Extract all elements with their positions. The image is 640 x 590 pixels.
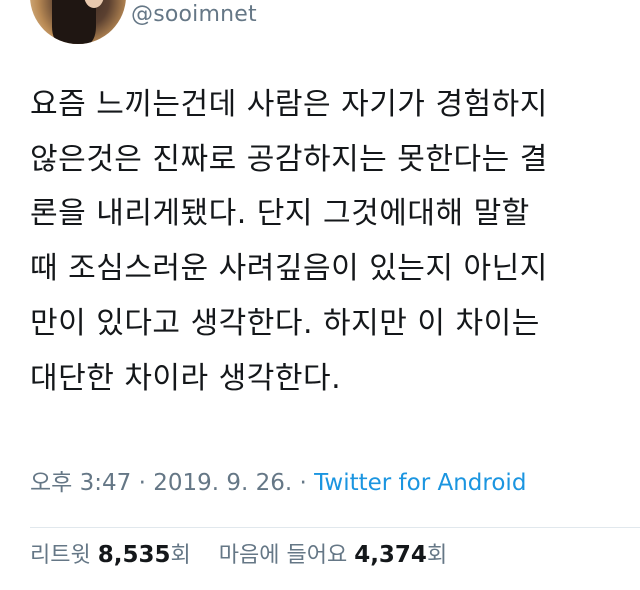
tweet-source-link[interactable]: Twitter for Android xyxy=(314,470,526,496)
retweets-unit: 회 xyxy=(170,543,191,568)
tweet-date[interactable]: 2019. 9. 26. xyxy=(153,470,292,496)
tweet-line: 만이 있다고 생각한다. 하지만 이 차이는 xyxy=(30,305,540,341)
likes-unit: 회 xyxy=(426,543,448,568)
likes-count[interactable]: 4,374 xyxy=(354,542,427,568)
separator-dot: · xyxy=(138,470,146,496)
avatar[interactable] xyxy=(30,0,126,44)
separator-dot: · xyxy=(299,470,307,496)
tweet-meta: 오후 3:47 · 2019. 9. 26. · Twitter for And… xyxy=(30,468,526,498)
tweet-line: 론을 내리게됐다. 단지 그것에대해 말할 xyxy=(30,196,530,232)
tweet-time[interactable]: 오후 3:47 xyxy=(30,470,131,496)
tweet-stats: 리트윗 8,535회 마음에 들어요 4,374회 xyxy=(30,540,447,571)
retweets-count[interactable]: 8,535 xyxy=(98,542,171,568)
retweets-label[interactable]: 리트윗 xyxy=(30,543,91,568)
likes-label[interactable]: 마음에 들어요 xyxy=(219,543,347,568)
divider xyxy=(30,527,640,528)
tweet-line: 않은것은 진짜로 공감하지는 못한다는 결 xyxy=(30,141,548,177)
tweet-text: 요즘 느끼는건데 사람은 자기가 경험하지않은것은 진짜로 공감하지는 못한다는… xyxy=(30,78,630,406)
tweet-line: 대단한 차이라 생각한다. xyxy=(30,360,342,396)
tweet-line: 때 조심스러운 사려깊음이 있는지 아닌지 xyxy=(30,251,548,287)
user-handle[interactable]: @sooimnet xyxy=(131,2,257,28)
tweet-line: 요즘 느끼는건데 사람은 자기가 경험하지 xyxy=(30,87,548,122)
